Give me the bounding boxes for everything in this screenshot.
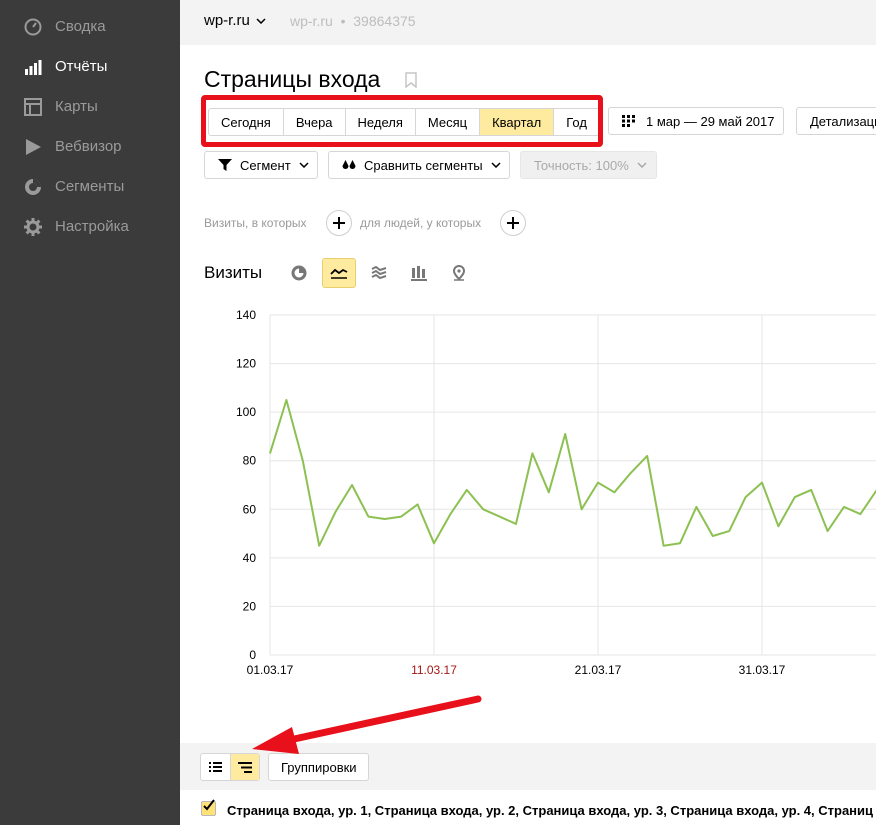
x-tick-label: 21.03.17 [575, 663, 622, 677]
play-icon [26, 139, 41, 155]
plus-icon [507, 217, 519, 229]
check-icon [203, 799, 215, 811]
chart-type-pie[interactable] [282, 258, 316, 288]
chart-type-line[interactable] [322, 258, 356, 288]
x-tick-label: 01.03.17 [247, 663, 294, 677]
detail-label: Детализаци [810, 113, 876, 129]
counter-id: 39864375 [353, 13, 416, 29]
stacked-area-icon [371, 266, 387, 280]
y-tick-label: 60 [243, 502, 257, 516]
bookmark-icon[interactable] [405, 72, 417, 88]
bar-chart-icon [25, 60, 42, 75]
line-chart-icon [330, 268, 348, 279]
y-tick-label: 140 [236, 308, 256, 322]
table-view-toggle [200, 753, 260, 781]
y-tick-label: 0 [249, 648, 256, 662]
y-tick-label: 40 [243, 551, 257, 565]
groupings-button[interactable]: Группировки [268, 753, 369, 781]
chevron-down-icon [491, 162, 501, 168]
compare-segments-button[interactable]: Сравнить сегменты [328, 151, 510, 179]
sidebar-item-maps[interactable]: Карты [0, 88, 180, 124]
chart-type-area[interactable] [362, 258, 396, 288]
sidebar-item-label: Отчёты [55, 58, 108, 75]
list-view-button[interactable] [201, 754, 230, 780]
chart-type-map[interactable] [442, 258, 476, 288]
counter-info: wp-r.ru • 39864375 [290, 13, 416, 29]
groupings-label: Группировки [281, 759, 357, 775]
x-tick-label: 11.03.17 [411, 663, 457, 677]
gear-icon [24, 218, 42, 236]
sidebar-item-label: Сегменты [55, 178, 125, 195]
sidebar-item-reports[interactable]: Отчёты [0, 48, 180, 84]
chevron-down-icon [256, 17, 266, 24]
people-filter-label: для людей, у которых [360, 216, 482, 230]
site-name: wp-r.ru [204, 12, 250, 29]
visits-line-chart: 0 20 40 60 80 100 120 140 01.03.17 11.03.17 21.03.… [236, 308, 876, 677]
x-tick-label: 31.03.17 [739, 663, 786, 677]
plus-icon [333, 217, 345, 229]
chevron-down-icon [299, 162, 309, 168]
series-line [269, 399, 876, 547]
sidebar-item-label: Карты [55, 98, 98, 115]
page-title: Страницы входа [204, 66, 381, 92]
pie-ring-icon [25, 179, 41, 195]
sidebar-item-label: Настройка [55, 218, 129, 235]
sidebar-item-webvisor[interactable]: Вебвизор [0, 128, 180, 164]
add-visit-condition-button[interactable] [326, 210, 352, 236]
map-layout-icon [24, 98, 42, 116]
drops-icon [342, 159, 356, 169]
y-tick-label: 120 [236, 357, 256, 371]
tree-view-button[interactable] [230, 754, 259, 780]
grouping-description: Страница входа, ур. 1, Страница входа, у… [227, 803, 874, 818]
segment-button[interactable]: Сегмент [204, 151, 318, 179]
segment-label: Сегмент [240, 157, 291, 173]
chart-metric-label: Визиты [204, 263, 263, 282]
date-range-label: 1 мар — 29 май 2017 [646, 113, 775, 129]
separator: • [340, 13, 346, 29]
add-people-condition-button[interactable] [500, 210, 526, 236]
top-bar: wp-r.ru wp-r.ru • 39864375 [180, 0, 876, 45]
gauge-icon [24, 18, 42, 36]
accuracy-label: Точность: 100% [534, 157, 629, 173]
chevron-down-icon [637, 162, 647, 168]
accuracy-button[interactable]: Точность: 100% [520, 151, 657, 179]
sidebar-item-summary[interactable]: Сводка [0, 8, 180, 44]
site-selector[interactable]: wp-r.ru [204, 12, 266, 29]
sidebar-item-label: Вебвизор [55, 138, 122, 155]
stacked-bars-icon [411, 265, 427, 281]
list-icon [209, 762, 222, 772]
sidebar-item-settings[interactable]: Настройка [0, 208, 180, 244]
y-tick-label: 80 [243, 454, 257, 468]
highlight-frame [201, 95, 603, 147]
y-tick-label: 20 [243, 599, 257, 613]
chart-type-bars[interactable] [402, 258, 436, 288]
visits-filter-label: Визиты, в которых [204, 216, 307, 230]
sidebar: Сводка Отчёты Карты Вебвизор Сегменты На… [0, 0, 180, 825]
pie-chart-icon [291, 265, 307, 281]
compare-label: Сравнить сегменты [364, 157, 483, 173]
grouping-checkbox[interactable] [201, 799, 216, 816]
calendar-icon [622, 115, 635, 127]
date-range-button[interactable]: 1 мар — 29 май 2017 [608, 107, 784, 135]
map-pin-icon [452, 265, 466, 281]
y-tick-label: 100 [236, 405, 256, 419]
sidebar-item-label: Сводка [55, 18, 106, 35]
filter-icon [218, 159, 232, 171]
detail-button[interactable]: Детализаци [796, 107, 876, 135]
tree-list-icon [238, 761, 252, 773]
sidebar-item-segments[interactable]: Сегменты [0, 168, 180, 204]
site-secondary: wp-r.ru [290, 13, 333, 29]
